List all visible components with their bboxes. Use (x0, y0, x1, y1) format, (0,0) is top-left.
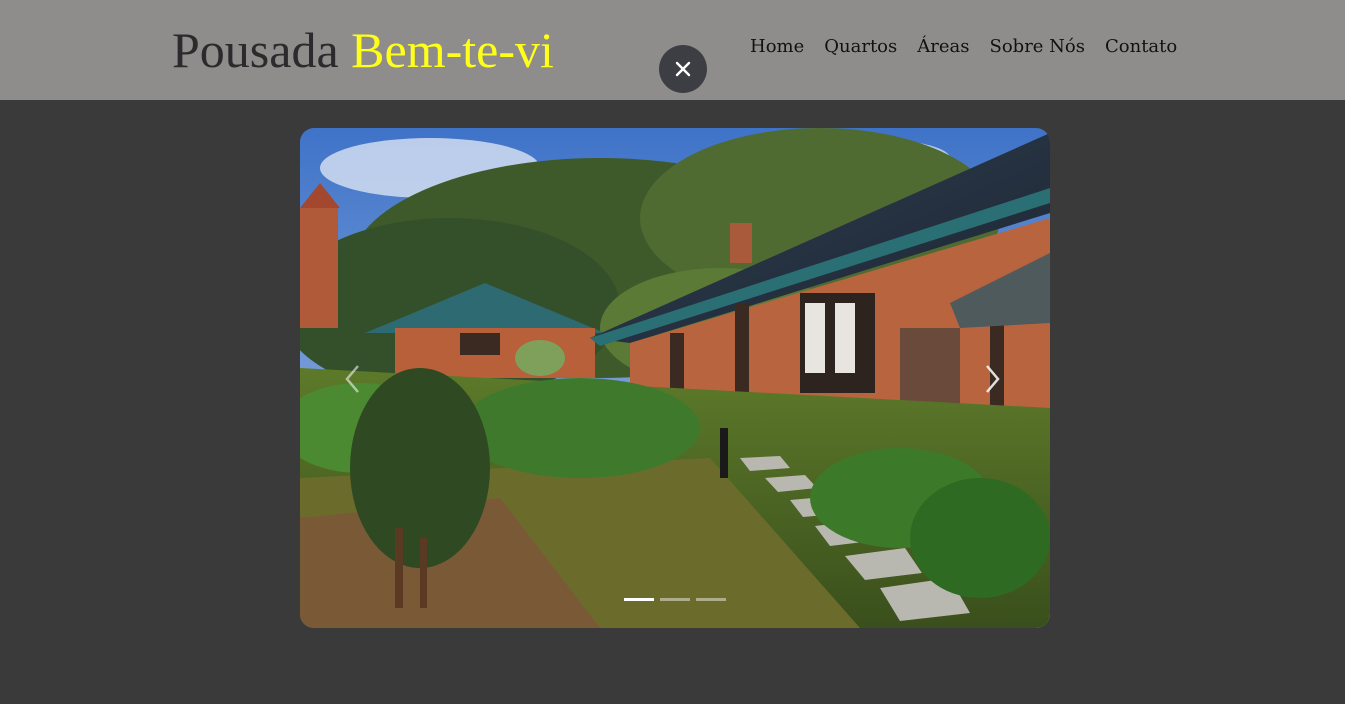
nav-home[interactable]: Home (750, 33, 804, 61)
chevron-right-icon (986, 365, 1000, 393)
nav-sobre-nos[interactable]: Sobre Nós (990, 33, 1086, 61)
brand-name-accent: Bem-te-vi (351, 22, 554, 78)
nav-areas[interactable]: Áreas (917, 33, 969, 61)
nav-contato[interactable]: Contato (1105, 33, 1177, 61)
prev-slide-button[interactable] (342, 362, 366, 396)
slide-indicator-3[interactable] (696, 598, 726, 601)
close-button[interactable] (659, 45, 707, 93)
next-slide-button[interactable] (980, 362, 1004, 396)
main-nav: Home Quartos Áreas Sobre Nós Contato (750, 33, 1177, 61)
brand-logo[interactable]: Pousada Bem-te-vi (172, 20, 554, 80)
slide-indicator-2[interactable] (660, 598, 690, 601)
gallery-slide-image (300, 128, 1050, 628)
brand-name-main: Pousada (172, 22, 352, 78)
close-icon (675, 61, 691, 77)
slide-indicators (624, 598, 726, 601)
chevron-left-icon (345, 365, 359, 393)
slide-indicator-1[interactable] (624, 598, 654, 601)
nav-quartos[interactable]: Quartos (824, 33, 897, 61)
